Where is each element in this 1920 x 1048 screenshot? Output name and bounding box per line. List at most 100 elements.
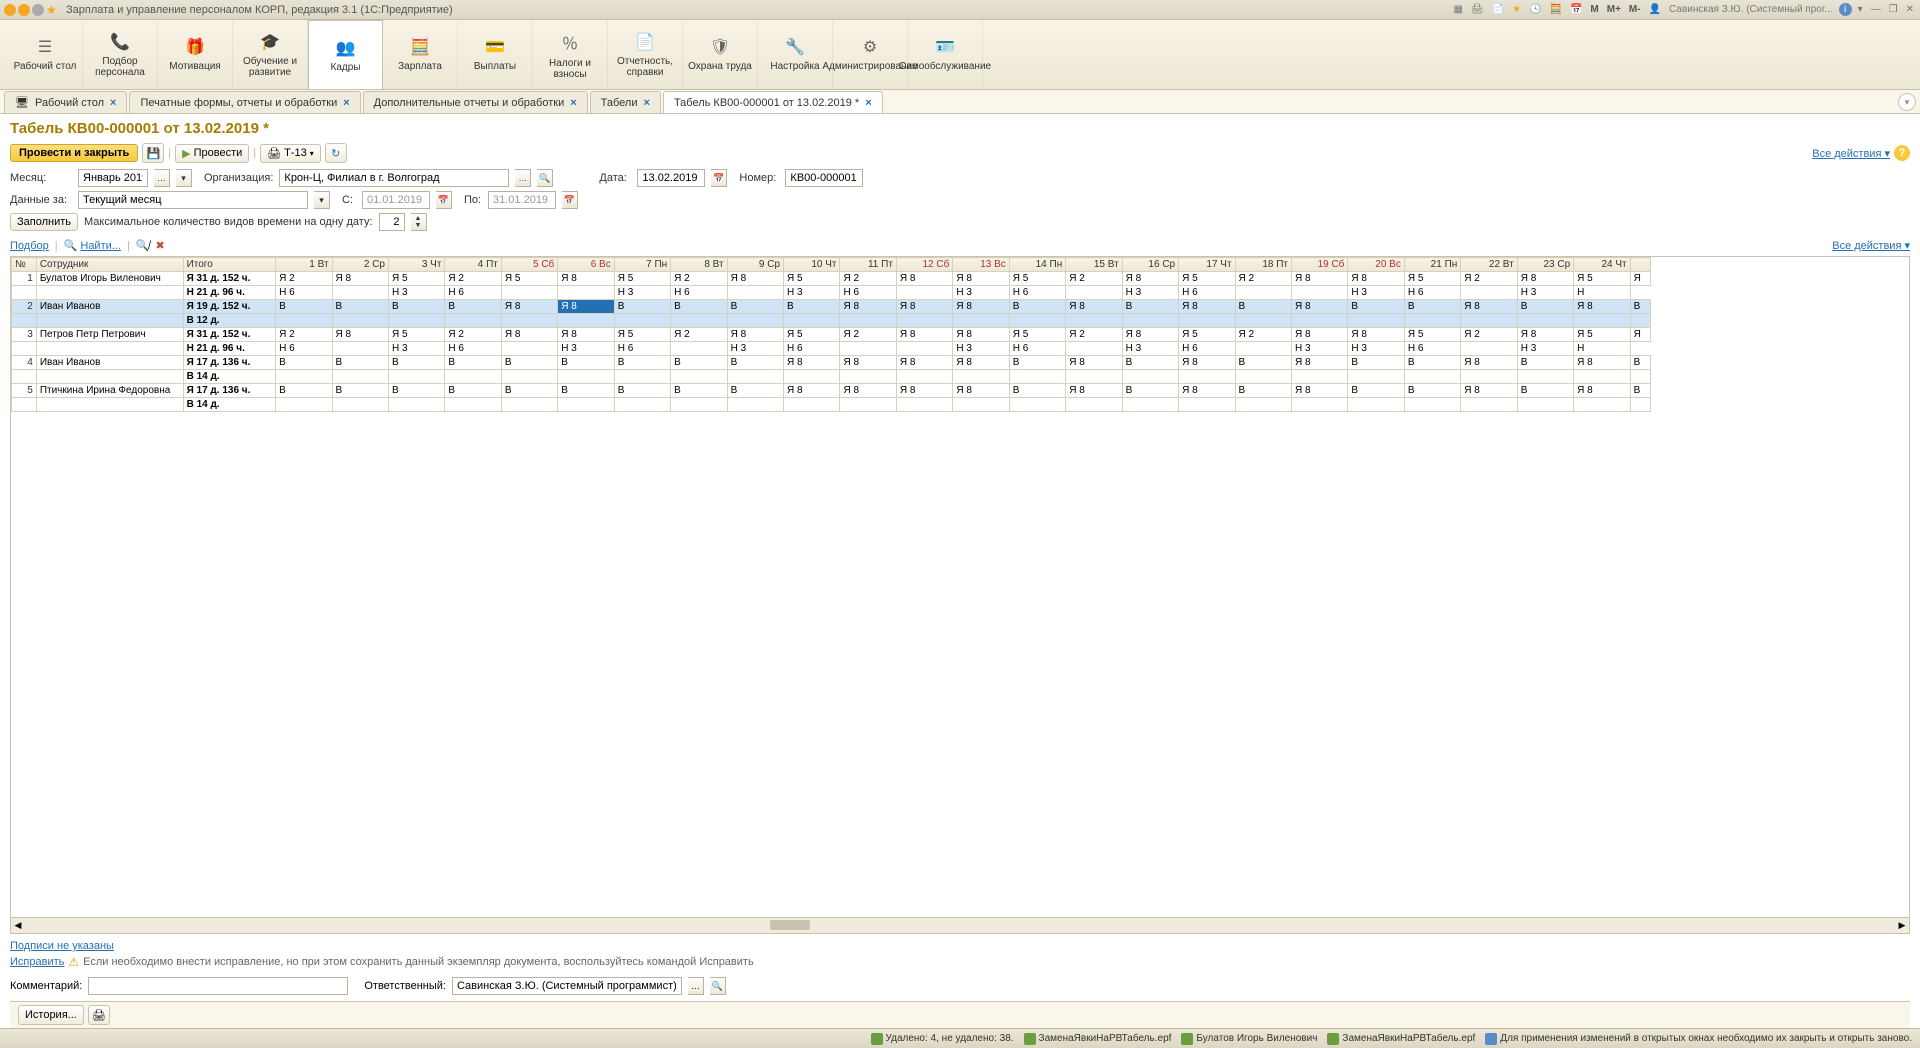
cell-day[interactable] [727,398,783,412]
nav-item[interactable]: 🧮Зарплата [383,20,458,89]
app-menu-icon[interactable] [4,4,16,16]
cell-day[interactable]: Я 2 [1461,272,1517,286]
cell-day[interactable]: Я 2 [1235,328,1291,342]
cell-day[interactable]: Н 3 [1348,342,1404,356]
cell-day[interactable]: Я 8 [1291,356,1347,370]
cell-day[interactable]: В [276,384,332,398]
minimize-icon[interactable]: — [1869,4,1883,15]
comment-input[interactable] [88,977,348,995]
table-row[interactable]: Н 21 д. 96 ч.Н 6Н 3Н 6Н 3Н 6Н 3Н 6Н 3Н 6… [12,286,1651,300]
cell-day[interactable]: В [332,356,388,370]
col-day[interactable]: 22 Вт [1461,258,1517,272]
cell-day[interactable]: Н 3 [953,286,1009,300]
tab[interactable]: Дополнительные отчеты и обработки× [363,91,588,113]
cell-day[interactable]: Я 8 [1179,384,1235,398]
nav-item[interactable]: ％Налоги и взносы [533,20,608,89]
cell-day[interactable]: В [501,356,557,370]
col-day[interactable]: 1 Вт [276,258,332,272]
nav-item[interactable]: 🎁Мотивация [158,20,233,89]
calculator-icon[interactable]: 🧮 [1548,4,1564,15]
cell-day[interactable]: Я 2 [840,272,896,286]
cell-day[interactable] [1291,286,1347,300]
cell-day[interactable] [1122,314,1178,328]
from-input[interactable] [362,191,430,209]
cell-day[interactable] [727,370,783,384]
cell-day[interactable]: В [1009,300,1065,314]
cell-day[interactable] [445,370,501,384]
cell-day[interactable] [1517,370,1573,384]
maximize-icon[interactable]: ❐ [1887,4,1900,15]
scroll-left-icon[interactable]: ◀ [11,918,25,932]
cell-day[interactable]: В [388,300,444,314]
cell-day[interactable] [784,370,840,384]
cell-day[interactable]: Я 8 [1122,272,1178,286]
cell-day[interactable]: Н 3 [558,342,614,356]
cell-day[interactable]: В [671,384,727,398]
cell-day[interactable]: Я 8 [896,300,952,314]
cell-day[interactable]: Я 2 [445,328,501,342]
cell-day[interactable]: В [388,356,444,370]
cell-day[interactable]: В [332,384,388,398]
cell-day[interactable] [1066,342,1122,356]
month-input[interactable] [78,169,148,187]
cell-day[interactable] [1461,370,1517,384]
cell-day[interactable]: Я 8 [896,272,952,286]
cell-day[interactable]: Я 8 [1574,356,1630,370]
cell-day[interactable]: Я 2 [276,272,332,286]
cell-day[interactable]: В [1122,300,1178,314]
memory-m[interactable]: M [1588,4,1600,15]
cell-day[interactable]: В [558,356,614,370]
col-day[interactable]: 24 Чт [1574,258,1630,272]
cell-day[interactable]: Я 8 [558,300,614,314]
cell-day[interactable]: Я 5 [388,272,444,286]
cell-day[interactable]: В [1348,300,1404,314]
cell-day[interactable]: Я 8 [332,328,388,342]
cell-day[interactable]: Я 2 [1235,272,1291,286]
cell-day[interactable] [332,286,388,300]
cell-day[interactable]: Я 5 [501,272,557,286]
col-day[interactable]: 2 Ср [332,258,388,272]
history-button[interactable]: История... [18,1005,84,1025]
cell-day[interactable] [1122,370,1178,384]
calendar-icon[interactable]: 📅 [1568,4,1584,15]
delete-icon[interactable]: ✖ [156,239,165,252]
cell-day[interactable] [1235,286,1291,300]
cell-day[interactable]: Я 8 [953,300,1009,314]
cell-day[interactable]: Я 8 [501,328,557,342]
fill-button[interactable]: Заполнить [10,213,78,231]
table-row[interactable]: В 14 д. [12,398,1651,412]
cell-day[interactable]: В [1404,300,1460,314]
tab[interactable]: Печатные формы, отчеты и обработки× [129,91,360,113]
cell-day[interactable]: Я 8 [727,272,783,286]
cell-day[interactable]: Н 6 [276,342,332,356]
cell-day[interactable] [784,314,840,328]
toolbar-icon[interactable]: 🖨 [1469,4,1486,15]
cell-day[interactable] [1179,398,1235,412]
cell-day[interactable]: Я 2 [840,328,896,342]
cell-day[interactable]: Я 8 [332,272,388,286]
cell-day[interactable] [1235,342,1291,356]
cell-day[interactable] [1235,398,1291,412]
cell-day[interactable]: Я 5 [614,272,670,286]
cell-day[interactable]: В [1517,300,1573,314]
cell-day[interactable] [558,370,614,384]
signatures-link[interactable]: Подписи не указаны [10,940,114,952]
cell-day[interactable]: В [1235,356,1291,370]
info-icon[interactable]: i [1839,3,1852,16]
tab[interactable]: Табели× [590,91,661,113]
cell-day[interactable] [671,398,727,412]
print-icon[interactable]: 🖨 [88,1005,110,1025]
cell-day[interactable]: Я 2 [1066,328,1122,342]
cell-day[interactable] [276,398,332,412]
cell-day[interactable] [388,398,444,412]
cell-day[interactable]: Н 3 [1517,286,1573,300]
org-picker-icon[interactable]: … [515,169,531,187]
cell-day[interactable]: Я 8 [840,300,896,314]
col-day[interactable]: 13 Вс [953,258,1009,272]
t13-button[interactable]: 🖨Т-13▾ [260,144,321,163]
cell-day[interactable]: В [614,384,670,398]
cell-day[interactable]: Я 8 [1517,328,1573,342]
scroll-thumb[interactable] [770,920,810,930]
cell-day[interactable] [896,370,952,384]
dropdown-icon[interactable]: ▾ [1856,4,1865,15]
